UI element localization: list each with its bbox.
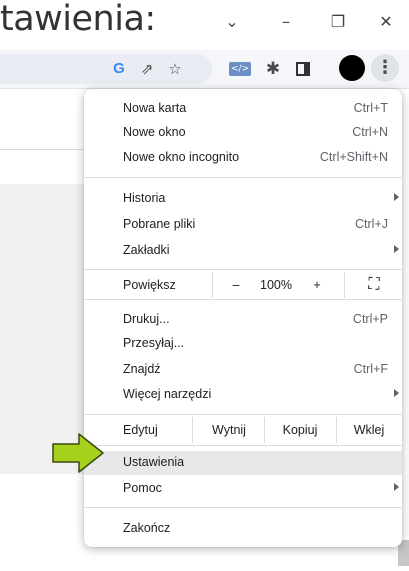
menu-item-label: Ustawienia	[123, 455, 185, 469]
menu-item-downloads[interactable]: Pobrane pliki Ctrl+J	[84, 213, 402, 235]
zoom-separator	[212, 272, 213, 298]
copy-button[interactable]: Kopiuj	[268, 417, 332, 443]
edit-label: Edytuj	[123, 423, 158, 437]
minimize-button[interactable]: –	[266, 6, 306, 38]
edit-separator	[264, 417, 265, 443]
menu-item-label: Zakończ	[123, 521, 171, 535]
page-divider	[0, 149, 84, 150]
edit-row: Edytuj Wytnij Kopiuj Wklej	[84, 417, 402, 443]
submenu-arrow-icon	[394, 245, 399, 253]
close-button[interactable]: ✕	[366, 6, 406, 38]
menu-item-shortcut: Ctrl+P	[352, 312, 388, 326]
menu-item-exit[interactable]: Zakończ	[84, 517, 402, 539]
submenu-arrow-icon	[394, 193, 399, 201]
zoom-value: 100%	[260, 278, 292, 292]
menu-item-label: Znajdź	[123, 362, 161, 376]
submenu-arrow-icon	[394, 389, 399, 397]
menu-item-shortcut: Ctrl+T	[353, 101, 388, 115]
menu-item-label: Pobrane pliki	[123, 217, 196, 231]
zoom-out-button[interactable]: –	[224, 272, 248, 298]
menu-item-cast[interactable]: Przesyłaj...	[84, 332, 402, 354]
menu-item-label: Drukuj...	[123, 312, 170, 326]
menu-item-shortcut: Ctrl+Shift+N	[319, 150, 388, 164]
submenu-arrow-icon	[394, 483, 399, 491]
zoom-row: Powiększ – 100% + ⛶	[84, 272, 402, 298]
green-arrow-pointer-icon	[52, 433, 104, 473]
zoom-label: Powiększ	[123, 278, 176, 292]
menu-separator	[84, 299, 402, 300]
puzzle-icon[interactable]: ✱	[262, 58, 284, 80]
tab-search-chevron-icon[interactable]: ⌄	[212, 6, 252, 38]
browser-toolbar: G ⇗ ☆ </> ✱ ⋮	[0, 50, 409, 89]
menu-item-label: Pomoc	[123, 481, 162, 495]
menu-item-help[interactable]: Pomoc	[84, 477, 402, 499]
page-panel	[0, 184, 84, 474]
zoom-in-button[interactable]: +	[306, 272, 328, 298]
edit-separator	[192, 417, 193, 443]
chrome-main-menu: Nowa karta Ctrl+T Nowe okno Ctrl+N Nowe …	[84, 89, 402, 547]
menu-item-label: Więcej narzędzi	[123, 387, 212, 401]
fullscreen-icon[interactable]: ⛶	[356, 272, 392, 298]
menu-separator	[84, 445, 402, 446]
menu-item-shortcut: Ctrl+J	[355, 217, 388, 231]
menu-separator	[84, 269, 402, 270]
menu-item-label: Nowe okno incognito	[123, 150, 240, 164]
menu-item-new-window[interactable]: Nowe okno Ctrl+N	[84, 121, 402, 143]
star-icon[interactable]: ☆	[164, 58, 186, 80]
menu-item-label: Zakładki	[123, 243, 170, 257]
menu-item-print[interactable]: Drukuj... Ctrl+P	[84, 308, 402, 330]
paste-button[interactable]: Wklej	[340, 417, 398, 443]
restore-button[interactable]: ❐	[318, 6, 358, 38]
menu-item-more-tools[interactable]: Więcej narzędzi	[84, 383, 402, 405]
menu-item-label: Historia	[123, 191, 166, 205]
menu-item-shortcut: Ctrl+N	[352, 125, 388, 139]
menu-separator	[84, 507, 402, 508]
menu-item-label: Nowe okno	[123, 125, 186, 139]
zoom-separator	[344, 272, 345, 298]
menu-item-bookmarks[interactable]: Zakładki	[84, 239, 402, 261]
menu-separator	[84, 414, 402, 415]
side-panel-icon[interactable]	[292, 58, 314, 80]
share-icon[interactable]: ⇗	[136, 58, 158, 80]
kebab-menu-icon[interactable]: ⋮	[371, 54, 399, 82]
menu-item-history[interactable]: Historia	[84, 187, 402, 209]
menu-item-label: Nowa karta	[123, 101, 187, 115]
caption-text: tawienia:	[0, 0, 156, 39]
code-extension-icon[interactable]: </>	[229, 58, 252, 80]
menu-item-new-tab[interactable]: Nowa karta Ctrl+T	[84, 97, 402, 119]
menu-separator	[84, 177, 402, 178]
menu-item-new-incognito-window[interactable]: Nowe okno incognito Ctrl+Shift+N	[84, 146, 402, 168]
cut-button[interactable]: Wytnij	[196, 417, 262, 443]
profile-avatar-icon[interactable]	[338, 54, 366, 82]
edit-separator	[336, 417, 337, 443]
menu-item-find[interactable]: Znajdź Ctrl+F	[84, 358, 402, 380]
menu-item-shortcut: Ctrl+F	[353, 362, 388, 376]
menu-item-label: Przesyłaj...	[123, 336, 185, 350]
menu-item-settings[interactable]: Ustawienia	[84, 451, 402, 475]
google-g-icon[interactable]: G	[108, 58, 130, 80]
